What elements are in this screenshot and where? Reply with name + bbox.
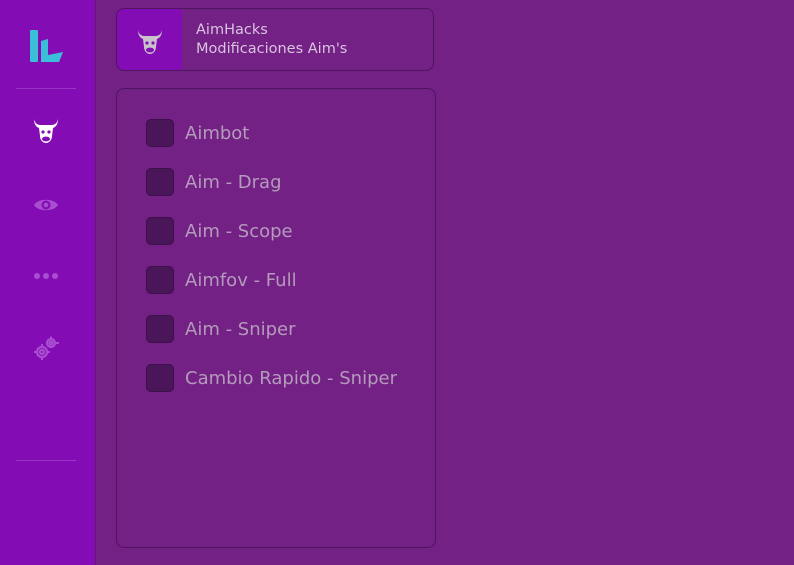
option-cambio-rapido-sniper[interactable]: Cambio Rapido - Sniper (146, 363, 397, 393)
header-subtitle: Modificaciones Aim's (196, 41, 348, 57)
option-aimfov-full[interactable]: Aimfov - Full (146, 265, 297, 295)
options-panel: Aimbot Aim - Drag Aim - Scope Aimfov - F… (116, 88, 436, 548)
checkbox[interactable] (146, 217, 174, 245)
option-aim-drag[interactable]: Aim - Drag (146, 167, 282, 197)
sidebar-divider-bottom (16, 460, 76, 461)
app-window: AimHacks Modificaciones Aim's Aimbot Aim… (0, 0, 794, 565)
option-label: Aim - Sniper (185, 318, 296, 340)
brand-logo-icon (30, 30, 63, 62)
option-label: Aim - Drag (185, 171, 282, 193)
option-label: Cambio Rapido - Sniper (185, 367, 397, 389)
checkbox[interactable] (146, 266, 174, 294)
checkbox[interactable] (146, 315, 174, 343)
bull-icon (34, 119, 58, 143)
option-aimbot[interactable]: Aimbot (146, 118, 249, 148)
nav-item-more[interactable] (28, 260, 64, 292)
header-icon-box (117, 9, 182, 70)
option-label: Aimfov - Full (185, 269, 297, 291)
option-aim-scope[interactable]: Aim - Scope (146, 216, 293, 246)
nav-item-eye[interactable] (28, 189, 64, 221)
header-title: AimHacks (196, 22, 268, 38)
sidebar-divider-top (16, 88, 76, 89)
nav-item-bull[interactable] (28, 114, 64, 146)
checkbox[interactable] (146, 168, 174, 196)
sidebar (0, 0, 96, 565)
option-label: Aimbot (185, 122, 250, 144)
option-aim-sniper[interactable]: Aim - Sniper (146, 314, 296, 344)
checkbox[interactable] (146, 119, 174, 147)
nav-item-settings[interactable] (28, 333, 64, 365)
eye-icon (34, 199, 58, 211)
more-dots-icon (34, 273, 58, 279)
bull-icon (137, 29, 162, 54)
gears-icon (34, 336, 59, 360)
main-content: AimHacks Modificaciones Aim's Aimbot Aim… (97, 0, 794, 565)
option-label: Aim - Scope (185, 220, 293, 242)
checkbox[interactable] (146, 364, 174, 392)
section-header-card: AimHacks Modificaciones Aim's (116, 8, 434, 71)
